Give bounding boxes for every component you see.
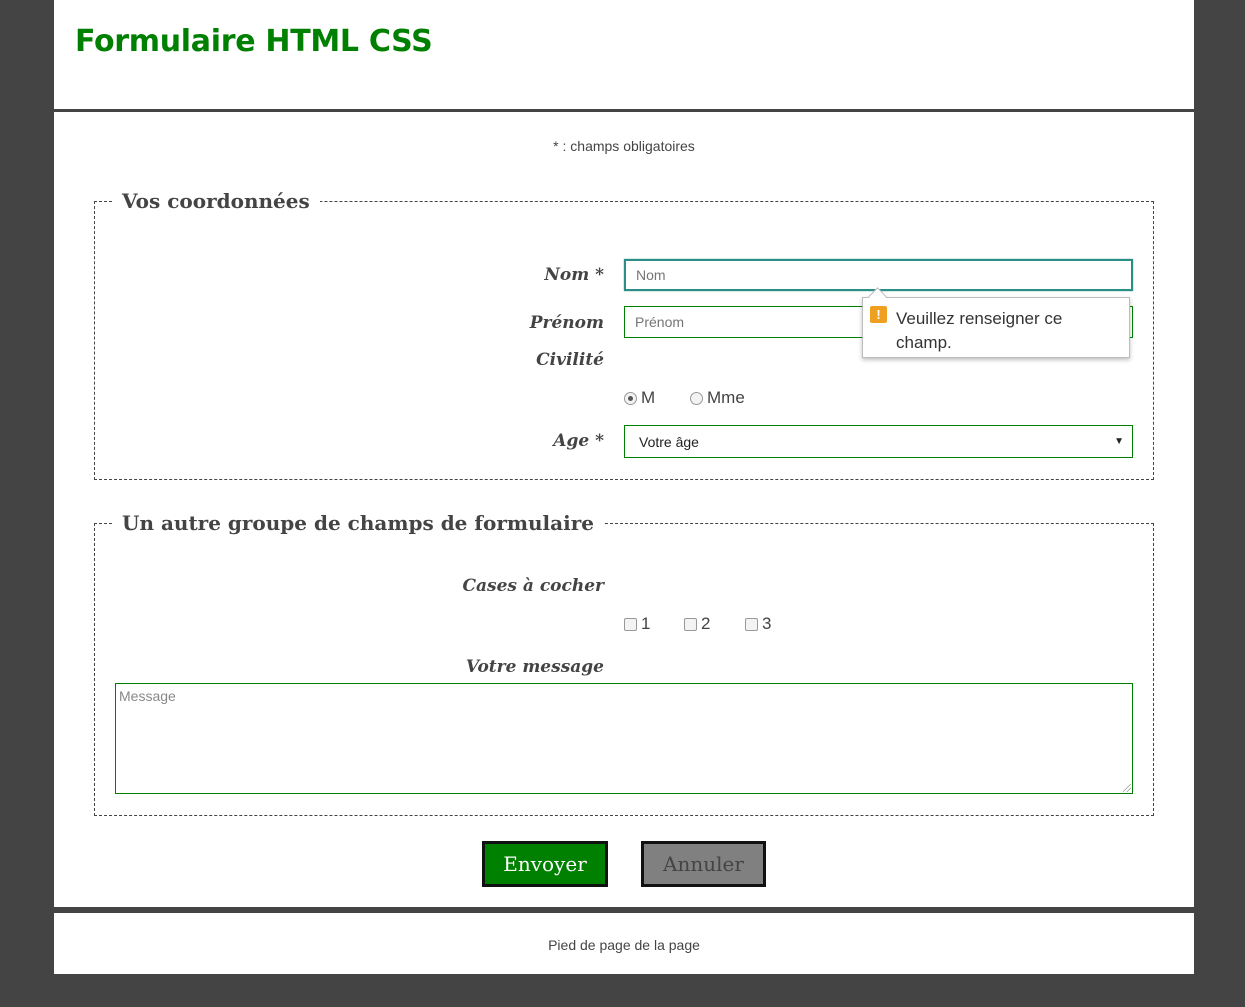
radio-m-label: M <box>641 388 656 407</box>
site-footer: Pied de page de la page <box>54 907 1194 974</box>
fieldset-legend-autre-groupe: Un autre groupe de champs de formulaire <box>122 511 594 535</box>
civilite-label: Civilité <box>536 350 604 370</box>
prenom-label: Prénom <box>529 313 604 333</box>
radio-option-m[interactable]: M <box>624 388 655 408</box>
radio-mme-label: Mme <box>707 388 745 407</box>
tooltip-text: Veuillez renseigner ce champ. <box>896 309 1063 352</box>
radio-option-mme[interactable]: Mme <box>690 388 745 408</box>
message-placeholder: Message <box>119 688 176 704</box>
age-select[interactable]: Votre âge ▼ <box>624 425 1133 458</box>
checkbox-1[interactable] <box>624 617 637 631</box>
nom-label: Nom * <box>544 265 604 285</box>
checkbox-option-3[interactable]: 3 <box>745 614 771 634</box>
checkbox-option-1[interactable]: 1 <box>624 614 650 634</box>
page-container: Formulaire HTML CSS * : champs obligatoi… <box>54 0 1194 974</box>
chevron-down-icon: ▼ <box>1114 436 1124 447</box>
warning-icon: ! <box>870 306 887 323</box>
checkbox-2-label: 2 <box>701 614 711 633</box>
site-header: Formulaire HTML CSS <box>54 0 1194 112</box>
cancel-button[interactable]: Annuler <box>641 841 766 887</box>
site-title: Formulaire HTML CSS <box>75 24 433 59</box>
age-select-value: Votre âge <box>639 433 699 450</box>
message-textarea[interactable]: Message <box>115 683 1133 794</box>
footer-text: Pied de page de la page <box>548 937 700 953</box>
resize-handle-icon[interactable] <box>1123 784 1131 792</box>
radio-mme[interactable] <box>690 391 703 405</box>
checkbox-1-label: 1 <box>641 614 651 633</box>
send-button[interactable]: Envoyer <box>482 841 608 887</box>
required-fields-note: * : champs obligatoires <box>553 138 695 154</box>
radio-m[interactable] <box>624 391 637 405</box>
fieldset-legend-coordonnees: Vos coordonnées <box>122 189 310 213</box>
checkbox-3[interactable] <box>745 617 758 631</box>
message-label: Votre message <box>465 657 604 677</box>
nom-input[interactable] <box>624 259 1133 291</box>
checkbox-option-2[interactable]: 2 <box>684 614 710 634</box>
age-label: Age * <box>553 431 604 451</box>
validation-tooltip: ! Veuillez renseigner ce champ. <box>862 297 1130 358</box>
checkbox-group-label: Cases à cocher <box>462 576 604 596</box>
checkbox-3-label: 3 <box>762 614 772 633</box>
checkbox-2[interactable] <box>684 617 697 631</box>
